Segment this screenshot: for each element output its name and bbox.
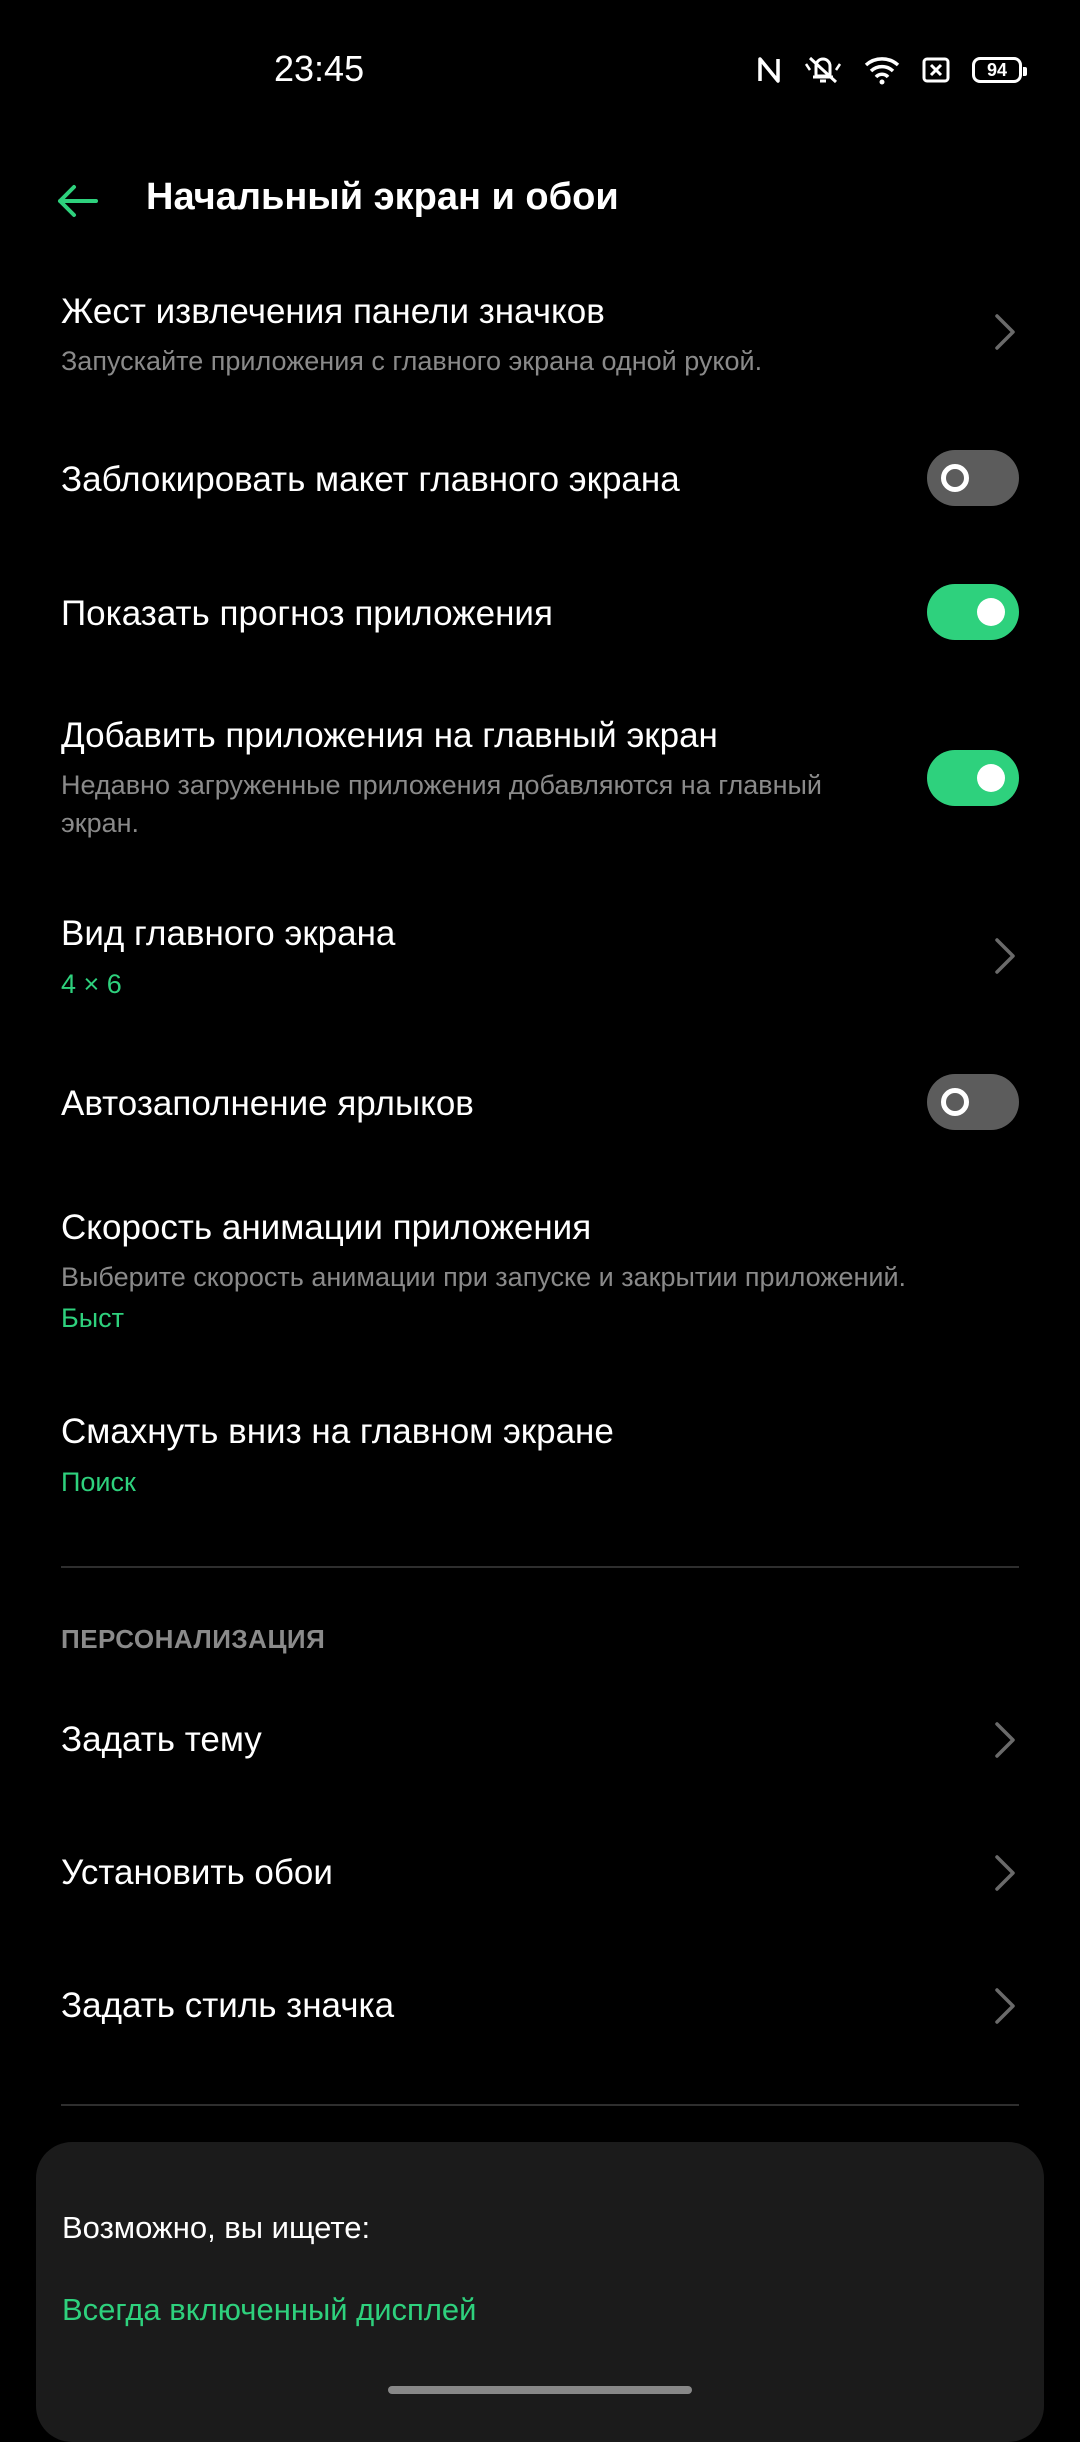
status-bar: 23:45 94	[0, 0, 1080, 140]
toggle-knob	[977, 764, 1005, 792]
setting-autofill-shortcuts[interactable]: Автозаполнение ярлыков	[61, 1074, 1019, 1130]
setting-icon-style[interactable]: Задать стиль значка	[61, 1984, 1019, 2028]
suggestion-link-always-on-display[interactable]: Всегда включенный дисплей	[62, 2292, 477, 2328]
setting-title: Установить обои	[61, 1853, 333, 1892]
setting-animation-speed[interactable]: Скорость анимации приложения Выберите ск…	[61, 1206, 1019, 1336]
setting-title: Заблокировать макет главного экрана	[61, 460, 680, 499]
setting-title: Вид главного экрана	[61, 914, 396, 953]
status-time: 23:45	[274, 48, 365, 89]
setting-value: Поиск	[61, 1467, 136, 1497]
chevron-right-icon	[995, 1855, 1015, 1891]
page-title: Начальный экран и обои	[146, 176, 619, 218]
mute-icon	[804, 56, 842, 84]
arrow-left-icon[interactable]	[54, 178, 100, 224]
setting-set-theme[interactable]: Задать тему	[61, 1718, 1019, 1762]
setting-swipe-down[interactable]: Смахнуть вниз на главном экране Поиск	[61, 1410, 1019, 1500]
setting-title: Автозаполнение ярлыков	[61, 1084, 474, 1123]
add-apps-home-toggle[interactable]	[927, 750, 1019, 806]
toggle-knob	[977, 598, 1005, 626]
nfc-icon	[758, 57, 780, 83]
setting-title: Жест извлечения панели значков	[61, 292, 605, 331]
lock-layout-toggle[interactable]	[927, 450, 1019, 506]
chevron-right-icon	[995, 938, 1015, 974]
home-indicator[interactable]	[388, 2386, 692, 2394]
setting-set-wallpaper[interactable]: Установить обои	[61, 1851, 1019, 1895]
autofill-shortcuts-toggle[interactable]	[927, 1074, 1019, 1130]
app-prediction-toggle[interactable]	[927, 584, 1019, 640]
battery-level: 94	[986, 59, 1008, 80]
section-label-personalization: ПЕРСОНАЛИЗАЦИЯ	[61, 1624, 326, 1654]
setting-lock-layout[interactable]: Заблокировать макет главного экрана	[61, 450, 1019, 506]
divider	[61, 2104, 1019, 2106]
suggestion-card: Возможно, вы ищете: Всегда включенный ди…	[36, 2142, 1044, 2442]
setting-title: Задать тему	[61, 1720, 262, 1759]
setting-title: Смахнуть вниз на главном экране	[61, 1412, 614, 1451]
setting-app-prediction[interactable]: Показать прогноз приложения	[61, 584, 1019, 640]
toggle-knob	[941, 1088, 969, 1116]
chevron-right-icon	[995, 1988, 1015, 2024]
setting-subtitle: Недавно загруженные приложения добавляют…	[61, 766, 1019, 842]
divider	[61, 1566, 1019, 1568]
setting-subtitle: Выберите скорость анимации при запуске и…	[61, 1262, 907, 1292]
toggle-knob	[941, 464, 969, 492]
status-icons: 94	[756, 54, 1027, 86]
setting-value: 4 × 6	[61, 969, 122, 999]
setting-title: Добавить приложения на главный экран	[61, 716, 718, 755]
setting-home-layout[interactable]: Вид главного экрана 4 × 6	[61, 912, 1019, 1002]
close-box-icon	[922, 57, 950, 83]
setting-icon-panel-gesture[interactable]: Жест извлечения панели значков Запускайт…	[61, 290, 1019, 380]
chevron-right-icon	[995, 1722, 1015, 1758]
setting-title: Задать стиль значка	[61, 1986, 395, 2025]
page-header: Начальный экран и обои	[0, 160, 1080, 240]
setting-value: Быст	[61, 1303, 124, 1333]
setting-subtitle: Запускайте приложения с главного экрана …	[61, 346, 763, 376]
setting-add-apps-home[interactable]: Добавить приложения на главный экран Нед…	[61, 714, 1019, 842]
battery-icon: 94	[972, 57, 1027, 83]
setting-subtitle-line: экран.	[61, 808, 140, 838]
chevron-right-icon	[995, 314, 1015, 350]
setting-title: Скорость анимации приложения	[61, 1208, 592, 1247]
suggestion-label: Возможно, вы ищете:	[62, 2210, 371, 2245]
setting-subtitle-line: Недавно загруженные приложения добавляют…	[61, 770, 822, 800]
setting-title: Показать прогноз приложения	[61, 594, 553, 633]
wifi-icon	[864, 57, 900, 85]
